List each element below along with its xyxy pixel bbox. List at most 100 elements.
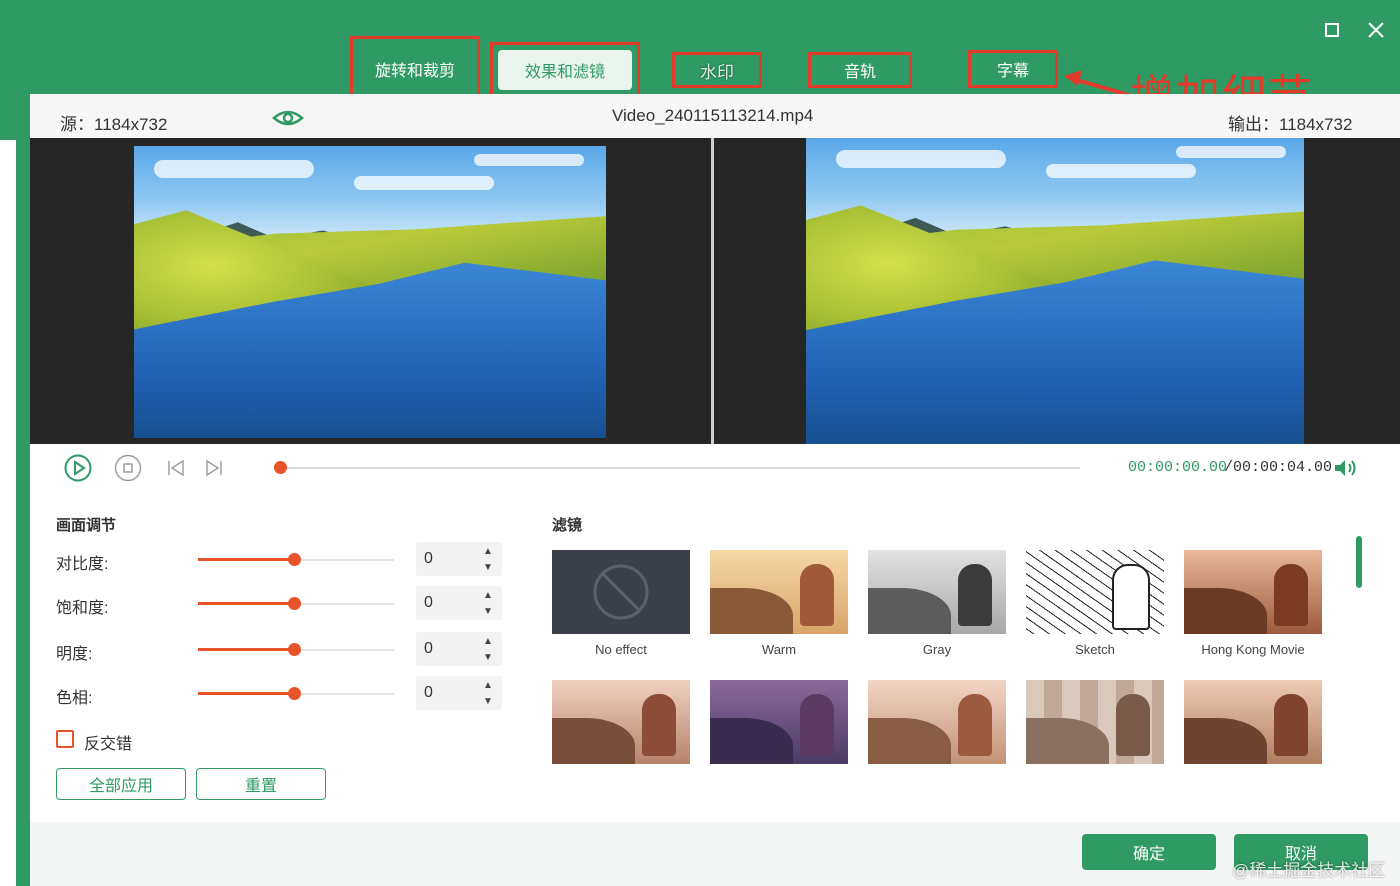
tab-label: 字幕 — [996, 63, 1029, 80]
contrast-slider-handle[interactable] — [288, 553, 301, 566]
chevron-up-icon[interactable]: ▲ — [480, 678, 496, 692]
source-watermark: @稀土掘金技术社区 — [1232, 861, 1386, 880]
chevron-down-icon[interactable]: ▼ — [480, 604, 496, 618]
playback-controls: 00:00:00.00 /00:00:04.00 — [30, 444, 1400, 492]
hue-value[interactable]: 0 — [424, 684, 433, 702]
total-time: /00:00:04.00 — [1224, 459, 1333, 476]
filters-section-title: 滤镜 — [552, 517, 583, 534]
filter-scrollbar[interactable] — [1356, 536, 1362, 588]
previous-frame-icon[interactable] — [162, 454, 190, 482]
tab-label: 旋转和裁剪 — [374, 63, 455, 80]
preview-area — [30, 138, 1400, 444]
current-time: 00:00:00.00 — [1128, 459, 1228, 476]
filter-item[interactable] — [1026, 680, 1164, 772]
filter-gray[interactable]: Gray — [868, 550, 1006, 657]
saturation-label: 饱和度: — [56, 600, 109, 617]
tab-effects-filters[interactable]: 效果和滤镜 — [490, 42, 640, 98]
seek-bar[interactable] — [280, 467, 1080, 469]
chevron-down-icon[interactable]: ▼ — [480, 560, 496, 574]
tab-audio-track[interactable]: 音轨 — [808, 52, 912, 88]
ok-button[interactable]: 确定 — [1082, 834, 1216, 870]
tab-label: 水印 — [700, 62, 734, 82]
editor-content: 源：1184x732 Video_240115113214.mp4 输出：118… — [30, 94, 1400, 886]
next-frame-icon[interactable] — [200, 454, 228, 482]
filter-sketch[interactable]: Sketch — [1026, 550, 1164, 657]
apply-all-button[interactable]: 全部应用 — [56, 768, 186, 800]
saturation-stepper[interactable]: 0 ▲ ▼ — [416, 586, 502, 620]
filter-thumbnail — [552, 680, 690, 764]
hue-label: 色相: — [56, 690, 93, 707]
settings-panel: 画面调节 对比度: 0 ▲ ▼ 饱和度: 0 ▲ ▼ 明度: 0 ▲ ▼ 色相:… — [30, 492, 1400, 822]
contrast-slider-fill — [198, 558, 294, 561]
hue-stepper[interactable]: 0 ▲ ▼ — [416, 676, 502, 710]
filter-item[interactable] — [552, 680, 690, 772]
seek-handle[interactable] — [273, 461, 287, 474]
deinterlace-label: 反交错 — [84, 736, 133, 753]
filter-thumbnail — [868, 680, 1006, 764]
no-effect-icon — [593, 564, 649, 620]
brightness-value[interactable]: 0 — [424, 640, 433, 658]
filter-thumbnail — [1026, 680, 1164, 764]
hue-slider-fill — [198, 692, 294, 695]
contrast-stepper[interactable]: 0 ▲ ▼ — [416, 542, 502, 576]
output-preview-image — [806, 138, 1304, 444]
filter-label: Warm — [761, 642, 797, 657]
saturation-value[interactable]: 0 — [424, 594, 433, 612]
filter-thumbnail — [1184, 550, 1322, 634]
filter-item[interactable] — [1184, 680, 1322, 772]
filter-label: No effect — [595, 642, 647, 657]
filter-thumbnail — [710, 680, 848, 764]
eye-icon[interactable] — [272, 108, 304, 128]
filter-thumbnail — [552, 550, 690, 634]
filter-grid: No effect Warm Gray Sketch Hong Kong Mov… — [552, 550, 1332, 810]
filter-thumbnail — [710, 550, 848, 634]
stop-icon[interactable] — [114, 454, 142, 482]
preview-divider[interactable] — [711, 138, 714, 444]
contrast-row: 对比度: 0 ▲ ▼ — [56, 540, 516, 580]
filter-thumbnail — [1026, 550, 1164, 634]
brightness-row: 明度: 0 ▲ ▼ — [56, 630, 516, 670]
hue-row: 色相: 0 ▲ ▼ — [56, 674, 516, 714]
chevron-up-icon[interactable]: ▲ — [480, 544, 496, 558]
filter-warm[interactable]: Warm — [710, 550, 848, 657]
saturation-slider-fill — [198, 602, 294, 605]
editor-window: 旋转和裁剪 效果和滤镜 水印 音轨 字幕 增加细节 源：1184x732 Vid… — [0, 0, 1400, 886]
filter-item[interactable] — [868, 680, 1006, 772]
left-strip — [0, 140, 16, 886]
tab-watermark[interactable]: 水印 — [672, 52, 762, 88]
tab-label: 音轨 — [843, 64, 876, 81]
chevron-up-icon[interactable]: ▲ — [480, 588, 496, 602]
saturation-slider-handle[interactable] — [288, 597, 301, 610]
tab-subtitle[interactable]: 字幕 — [968, 50, 1058, 88]
output-resolution: 输出：1184x732 — [1228, 115, 1353, 134]
tab-rotate-crop[interactable]: 旋转和裁剪 — [350, 36, 480, 102]
filter-label: Sketch — [1075, 642, 1115, 657]
chevron-up-icon[interactable]: ▲ — [480, 634, 496, 648]
contrast-label: 对比度: — [56, 556, 109, 573]
info-bar: 源：1184x732 Video_240115113214.mp4 输出：118… — [30, 94, 1400, 138]
filter-thumbnail — [1184, 680, 1322, 764]
chevron-down-icon[interactable]: ▼ — [480, 694, 496, 708]
brightness-stepper[interactable]: 0 ▲ ▼ — [416, 632, 502, 666]
brightness-slider-handle[interactable] — [288, 643, 301, 656]
brightness-slider-fill — [198, 648, 294, 651]
brightness-label: 明度: — [56, 646, 93, 663]
filter-thumbnail — [868, 550, 1006, 634]
source-preview-image — [134, 146, 606, 438]
filter-no-effect[interactable]: No effect — [552, 550, 690, 657]
adjust-section-title: 画面调节 — [56, 517, 117, 534]
deinterlace-checkbox[interactable] — [56, 730, 74, 748]
filter-label: Gray — [922, 642, 952, 657]
dialog-footer: 确定 取消 — [30, 822, 1400, 886]
hue-slider-handle[interactable] — [288, 687, 301, 700]
saturation-row: 饱和度: 0 ▲ ▼ — [56, 584, 516, 624]
file-name: Video_240115113214.mp4 — [612, 106, 814, 125]
chevron-down-icon[interactable]: ▼ — [480, 650, 496, 664]
filter-item[interactable] — [710, 680, 848, 772]
contrast-value[interactable]: 0 — [424, 550, 433, 568]
reset-button[interactable]: 重置 — [196, 768, 326, 800]
volume-icon[interactable] — [1332, 456, 1358, 480]
filter-hong-kong-movie[interactable]: Hong Kong Movie — [1184, 550, 1322, 657]
source-resolution: 源：1184x732 — [60, 115, 168, 134]
play-icon[interactable] — [64, 454, 92, 482]
